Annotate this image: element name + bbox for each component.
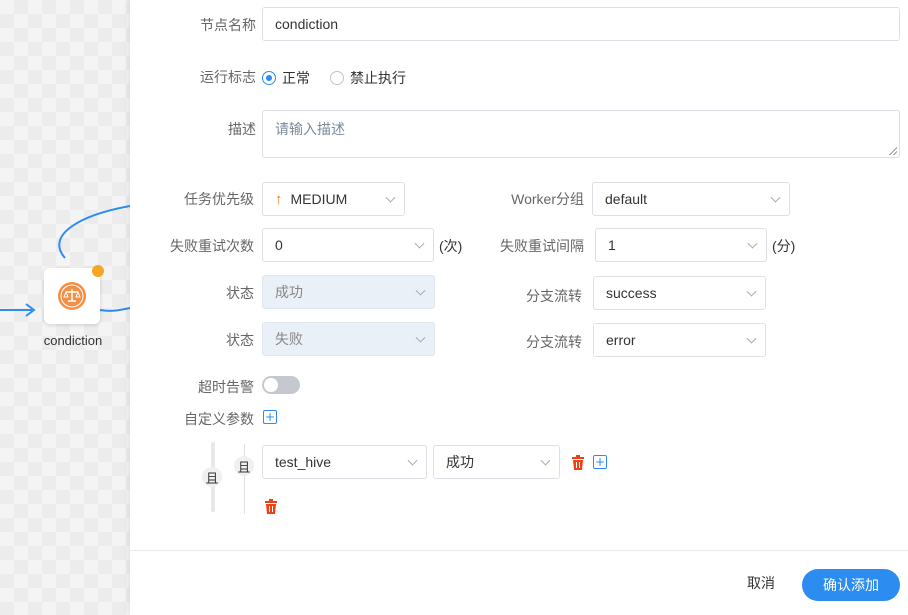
retry-times-label: 失败重试次数 bbox=[170, 238, 254, 254]
chevron-down-icon bbox=[414, 238, 425, 249]
run-flag-forbidden-label: 禁止执行 bbox=[350, 70, 406, 86]
success-state-value: 成功 bbox=[275, 284, 303, 300]
node-status-dot bbox=[92, 265, 104, 277]
custom-params-label: 自定义参数 bbox=[184, 411, 254, 427]
success-branch-value: success bbox=[606, 285, 657, 301]
description-label: 描述 bbox=[228, 121, 256, 137]
inner-relation-line bbox=[244, 444, 245, 514]
priority-value: MEDIUM bbox=[290, 191, 348, 207]
priority-select[interactable]: ↑ MEDIUM bbox=[262, 182, 405, 216]
failure-state-value: 失败 bbox=[275, 331, 303, 347]
chevron-down-icon bbox=[385, 192, 396, 203]
chevron-down-icon bbox=[770, 192, 781, 203]
run-flag-forbidden-radio[interactable]: 禁止执行 bbox=[330, 68, 406, 88]
chevron-down-icon bbox=[747, 238, 758, 249]
chevron-down-icon bbox=[407, 455, 418, 466]
condition-state-value: 成功 bbox=[446, 454, 474, 470]
description-placeholder: 请输入描述 bbox=[275, 121, 345, 137]
retry-times-value: 0 bbox=[275, 237, 283, 253]
dag-node-condiction[interactable] bbox=[44, 268, 100, 324]
node-name-input[interactable]: condiction bbox=[262, 7, 900, 41]
run-flag-normal-label: 正常 bbox=[282, 70, 310, 86]
run-flag-normal-radio[interactable]: 正常 bbox=[262, 68, 310, 88]
chevron-down-icon bbox=[415, 332, 426, 343]
drawer-footer: 取消 确认添加 bbox=[130, 550, 908, 615]
failure-state-label: 状态 bbox=[226, 332, 254, 348]
timeout-alarm-label: 超时告警 bbox=[198, 379, 254, 395]
failure-branch-label: 分支流转 bbox=[526, 334, 582, 350]
add-custom-param-icon[interactable]: + bbox=[263, 410, 277, 424]
add-condition-icon[interactable]: + bbox=[593, 455, 607, 469]
condition-task-select[interactable]: test_hive bbox=[262, 445, 427, 479]
inner-relation-toggle[interactable]: 且 bbox=[234, 456, 254, 476]
retry-interval-value: 1 bbox=[608, 237, 616, 253]
node-name-label: 节点名称 bbox=[200, 17, 256, 33]
success-state-select: 成功 bbox=[262, 275, 435, 309]
failure-state-select: 失败 bbox=[262, 322, 435, 356]
delete-condition-icon[interactable] bbox=[571, 455, 585, 470]
chevron-down-icon bbox=[540, 455, 551, 466]
failure-branch-value: error bbox=[606, 332, 636, 348]
node-settings-drawer: 节点名称 condiction 运行标志 正常 禁止执行 描述 请输入描述 任务… bbox=[130, 0, 908, 615]
radio-checked-icon bbox=[262, 71, 276, 85]
chevron-down-icon bbox=[415, 285, 426, 296]
worker-group-label: Worker分组 bbox=[511, 191, 584, 207]
retry-interval-unit: (分) bbox=[772, 238, 796, 254]
condition-scale-icon bbox=[58, 282, 86, 310]
node-name-value: condiction bbox=[275, 16, 339, 32]
success-state-label: 状态 bbox=[226, 285, 254, 301]
retry-interval-label: 失败重试间隔 bbox=[500, 238, 584, 254]
resize-handle-icon[interactable] bbox=[889, 147, 897, 155]
radio-unchecked-icon bbox=[330, 71, 344, 85]
success-branch-select[interactable]: success bbox=[593, 276, 766, 310]
dag-canvas[interactable]: condiction bbox=[0, 0, 130, 615]
priority-label: 任务优先级 bbox=[184, 191, 254, 207]
confirm-add-button[interactable]: 确认添加 bbox=[802, 569, 900, 601]
failure-branch-select[interactable]: error bbox=[593, 323, 766, 357]
condition-task-value: test_hive bbox=[275, 454, 332, 470]
success-branch-label: 分支流转 bbox=[526, 288, 582, 304]
retry-times-unit: (次) bbox=[439, 238, 463, 254]
worker-group-value: default bbox=[605, 191, 648, 207]
chevron-down-icon bbox=[746, 286, 757, 297]
outer-relation-toggle[interactable]: 且 bbox=[202, 467, 222, 487]
run-flag-label: 运行标志 bbox=[200, 69, 256, 85]
chevron-down-icon bbox=[746, 333, 757, 344]
arrow-up-icon: ↑ bbox=[275, 190, 283, 208]
worker-group-select[interactable]: default bbox=[592, 182, 790, 216]
condition-state-select[interactable]: 成功 bbox=[433, 445, 560, 479]
timeout-alarm-switch[interactable] bbox=[262, 376, 300, 394]
delete-group-icon[interactable] bbox=[264, 499, 278, 514]
description-textarea[interactable]: 请输入描述 bbox=[262, 110, 900, 158]
cancel-button[interactable]: 取消 bbox=[747, 573, 775, 593]
retry-interval-select[interactable]: 1 bbox=[595, 228, 767, 262]
node-label: condiction bbox=[43, 333, 103, 348]
retry-times-select[interactable]: 0 bbox=[262, 228, 434, 262]
